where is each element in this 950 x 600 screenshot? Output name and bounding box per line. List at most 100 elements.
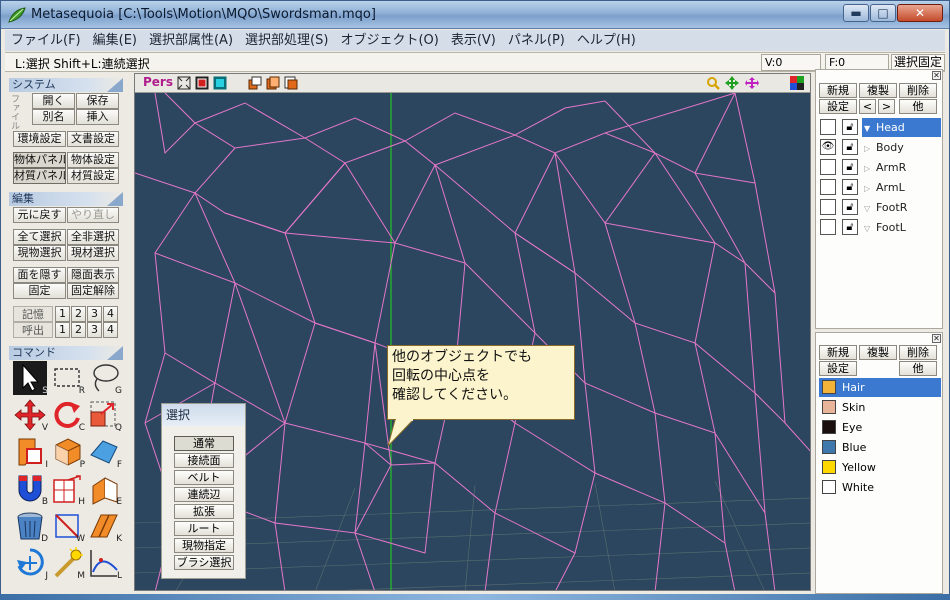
- visibility-eye-icon[interactable]: 👁︎: [820, 139, 836, 155]
- select-arrow-tool[interactable]: S: [13, 361, 48, 396]
- layer-icon[interactable]: [284, 76, 298, 90]
- title-bar[interactable]: Metasequoia [C:\Tools\Motion\MQO\Swordsm…: [1, 1, 949, 29]
- document-settings-button[interactable]: 文書設定: [67, 131, 119, 147]
- weld-tool[interactable]: J: [13, 546, 48, 581]
- knife-tool[interactable]: W: [50, 509, 85, 544]
- material-row[interactable]: Skin: [819, 398, 941, 417]
- fit-view-icon[interactable]: [177, 76, 191, 90]
- visibility-toggle[interactable]: [820, 159, 836, 175]
- magnet-tool[interactable]: B: [13, 472, 48, 507]
- rotate-view-icon[interactable]: [745, 76, 759, 90]
- lock-toggle-icon[interactable]: 🔓︎: [842, 179, 858, 195]
- object-name[interactable]: ▼ Head: [862, 118, 941, 137]
- new-object-button[interactable]: 新規: [819, 83, 857, 98]
- object-row[interactable]: 🔓︎ ▷ ArmR: [819, 158, 941, 177]
- primitive-tool[interactable]: P: [50, 435, 85, 470]
- unfix-button[interactable]: 固定解除: [67, 283, 119, 299]
- select-belt-button[interactable]: ベルト: [174, 470, 234, 485]
- material-row[interactable]: Blue: [819, 438, 941, 457]
- delete-tool[interactable]: D: [13, 509, 48, 544]
- projection-label[interactable]: Pers: [143, 75, 173, 89]
- object-name[interactable]: ▽ FootR: [862, 198, 941, 217]
- create-face-tool[interactable]: I: [13, 435, 48, 470]
- visibility-toggle[interactable]: [820, 179, 836, 195]
- redo-button[interactable]: やり直し: [67, 207, 119, 223]
- magic-wand-tool[interactable]: M: [50, 546, 85, 581]
- menu-help[interactable]: ヘルプ(H): [571, 30, 642, 51]
- delete-object-button[interactable]: 削除: [899, 83, 937, 98]
- maximize-button[interactable]: □: [870, 4, 896, 22]
- zoom-icon[interactable]: [706, 76, 720, 90]
- lock-toggle-icon[interactable]: 🔓︎: [842, 219, 858, 235]
- visibility-toggle[interactable]: [820, 119, 836, 135]
- memory-slot-1[interactable]: 1: [55, 306, 70, 322]
- object-row[interactable]: 🔓︎ ▷ ArmL: [819, 178, 941, 197]
- open-button[interactable]: 開く: [32, 93, 75, 109]
- material-row[interactable]: Eye: [819, 418, 941, 437]
- menu-edit[interactable]: 編集(E): [87, 30, 143, 51]
- lasso-tool[interactable]: G: [87, 361, 122, 396]
- recall-slot-2[interactable]: 2: [71, 322, 86, 338]
- select-normal-button[interactable]: 通常: [174, 436, 234, 451]
- lock-toggle-icon[interactable]: 🔓︎: [842, 159, 858, 175]
- view-color-icon[interactable]: [790, 76, 804, 90]
- system-section-header[interactable]: システム: [9, 78, 123, 92]
- select-edge-loop-button[interactable]: 連続辺: [174, 487, 234, 502]
- edge-tool[interactable]: K: [87, 509, 122, 544]
- menu-view[interactable]: 表示(V): [445, 30, 502, 51]
- close-icon[interactable]: ✕: [932, 334, 941, 343]
- memory-slot-2[interactable]: 2: [71, 306, 86, 322]
- extrude-tool[interactable]: E: [87, 472, 122, 507]
- menu-file[interactable]: ファイル(F): [5, 30, 87, 51]
- select-current-object-button[interactable]: 現物選択: [13, 245, 66, 261]
- close-button[interactable]: ✕: [897, 4, 943, 22]
- expand-triangle-icon[interactable]: ▷: [864, 139, 876, 158]
- recall-slot-4[interactable]: 4: [103, 322, 118, 338]
- lock-toggle-icon[interactable]: 🔓︎: [842, 199, 858, 215]
- select-all-button[interactable]: 全て選択: [13, 229, 66, 245]
- undo-button[interactable]: 元に戻す: [13, 207, 66, 223]
- expand-triangle-icon[interactable]: ▼: [864, 119, 876, 138]
- material-row[interactable]: White: [819, 478, 941, 497]
- object-panel-button[interactable]: 物体パネル: [13, 152, 66, 168]
- recall-slot-1[interactable]: 1: [55, 322, 70, 338]
- expand-triangle-icon[interactable]: ▽: [864, 199, 876, 218]
- show-hidden-button[interactable]: 隠面表示: [67, 267, 119, 283]
- face-tool[interactable]: F: [87, 435, 122, 470]
- hide-faces-button[interactable]: 面を隠す: [13, 267, 66, 283]
- visibility-toggle[interactable]: [820, 199, 836, 215]
- lock-toggle-icon[interactable]: 🔓︎: [842, 139, 858, 155]
- save-as-button[interactable]: 別名: [32, 109, 75, 125]
- wireframe-icon[interactable]: [195, 76, 209, 90]
- object-row[interactable]: 🔓︎ ▽ FootL: [819, 218, 941, 237]
- fix-button[interactable]: 固定: [13, 283, 66, 299]
- object-name[interactable]: ▷ Body: [862, 138, 941, 157]
- menu-object[interactable]: オブジェクト(O): [334, 30, 444, 51]
- memory-slot-3[interactable]: 3: [87, 306, 102, 322]
- select-brush-button[interactable]: ブラシ選択: [174, 555, 234, 570]
- single-object-icon[interactable]: [248, 76, 262, 90]
- object-name[interactable]: ▷ ArmL: [862, 178, 941, 197]
- rect-select-tool[interactable]: R: [50, 361, 85, 396]
- object-name[interactable]: ▽ FootL: [862, 218, 941, 237]
- duplicate-object-button[interactable]: 複製: [859, 83, 897, 98]
- deselect-all-button[interactable]: 全非選択: [67, 229, 119, 245]
- material-row[interactable]: Hair: [819, 378, 941, 397]
- material-other-button[interactable]: 他: [899, 361, 937, 376]
- recall-slot-3[interactable]: 3: [87, 322, 102, 338]
- selection-panel-title[interactable]: 選択: [162, 404, 245, 426]
- memory-slot-4[interactable]: 4: [103, 306, 118, 322]
- close-icon[interactable]: ✕: [932, 71, 941, 80]
- curve-tool[interactable]: L: [87, 546, 122, 581]
- edit-section-header[interactable]: 編集: [9, 192, 123, 206]
- grid-tool[interactable]: H: [50, 472, 85, 507]
- material-panel-button[interactable]: 材質パネル: [13, 168, 66, 184]
- face-display-icon[interactable]: [213, 76, 227, 90]
- object-settings-button[interactable]: 設定: [819, 99, 857, 114]
- lock-toggle-icon[interactable]: 🔓︎: [842, 119, 858, 135]
- object-row[interactable]: 👁︎ 🔓︎ ▷ Body: [819, 138, 941, 157]
- insert-button[interactable]: 挿入: [76, 109, 119, 125]
- select-route-button[interactable]: ルート: [174, 521, 234, 536]
- minimize-button[interactable]: ▬: [843, 4, 869, 22]
- move-down-button[interactable]: >: [878, 99, 895, 114]
